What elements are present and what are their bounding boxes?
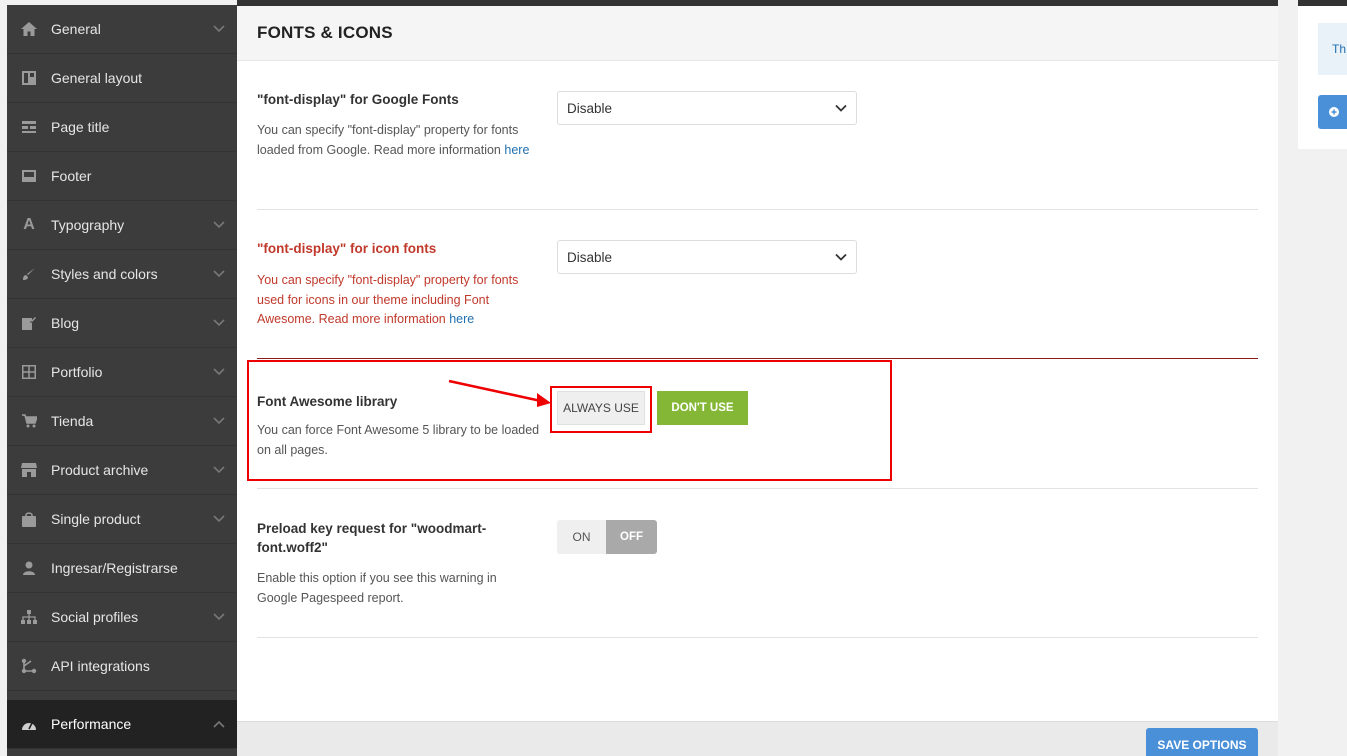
chevron-up-icon: [201, 720, 237, 728]
section-header: FONTS & ICONS: [237, 6, 1278, 61]
chevron-down-icon: [201, 466, 237, 474]
sidebar-item-label: General: [51, 21, 101, 37]
user-icon: [7, 561, 51, 575]
sidebar-item-portfolio[interactable]: Portfolio: [7, 348, 237, 397]
option-description-text: You can specify "font-display" property …: [257, 273, 519, 326]
sidebar-item-label: Product archive: [51, 462, 149, 478]
network-icon: [7, 610, 51, 624]
highlight-box-always-use: [550, 386, 652, 433]
save-options-button[interactable]: SAVE OPTIONS: [1146, 728, 1258, 756]
sidebar-item-label: Styles and colors: [51, 266, 158, 282]
brush-icon: [7, 267, 51, 281]
icon-fonts-option: "font-display" for icon fonts You can sp…: [257, 210, 1258, 360]
page-left-margin: [0, 0, 7, 756]
preload-font-option: Preload key request for "woodmart-font.w…: [257, 489, 1258, 638]
home-icon: [7, 22, 51, 36]
sidebar-item-performance[interactable]: Performance: [7, 700, 237, 749]
option-title: "font-display" for Google Fonts: [257, 92, 459, 107]
option-title: Preload key request for "woodmart-font.w…: [257, 521, 487, 555]
add-button[interactable]: [1318, 95, 1347, 129]
chevron-down-icon: [201, 270, 237, 278]
chevron-down-icon: [201, 25, 237, 33]
chevron-down-icon: [201, 417, 237, 425]
sidebar-item-label: Ingresar/Registrarse: [51, 560, 178, 576]
right-side-panel: Th: [1298, 6, 1347, 149]
option-description: Enable this option if you see this warni…: [257, 571, 497, 605]
sidebar-item-footer[interactable]: Footer: [7, 152, 237, 201]
option-title: "font-display" for icon fonts: [257, 241, 437, 256]
cart-icon: [7, 414, 51, 428]
sidebar-item-label: Footer: [51, 168, 92, 184]
sidebar-item-general-layout[interactable]: General layout: [7, 54, 237, 103]
bag-icon: [7, 511, 51, 527]
info-notice: Th: [1318, 23, 1347, 75]
sidebar-item-label: Portfolio: [51, 364, 103, 380]
sidebar-item-single-product[interactable]: Single product: [7, 495, 237, 544]
edit-icon: [7, 316, 51, 330]
chevron-down-icon: [201, 368, 237, 376]
sidebar-item-label: API integrations: [51, 658, 150, 674]
select-value: Disable: [567, 249, 613, 265]
sidebar-item-styles-colors[interactable]: Styles and colors: [7, 250, 237, 299]
annotation-arrow-icon: [448, 379, 551, 407]
chevron-down-icon: [201, 613, 237, 621]
layout-icon: [7, 71, 51, 85]
sidebar-item-label: General layout: [51, 70, 143, 86]
sidebar-item-product-archive[interactable]: Product archive: [7, 446, 237, 495]
sidebar-item-social-profiles[interactable]: Social profiles: [7, 593, 237, 642]
sidebar-item-label: Performance: [51, 716, 132, 732]
sidebar-item-general[interactable]: General: [7, 5, 237, 54]
google-fonts-option: "font-display" for Google Fonts You can …: [257, 62, 1258, 210]
options-sidebar: General General layout Page title Footer…: [7, 5, 237, 756]
sidebar-item-ingresar-registrarse[interactable]: Ingresar/Registrarse: [7, 544, 237, 593]
read-more-link[interactable]: here: [504, 143, 529, 157]
sidebar-item-blog[interactable]: Blog: [7, 299, 237, 348]
option-description: You can specify "font-display" property …: [257, 121, 542, 160]
chevron-down-icon: [834, 250, 848, 267]
chevron-down-icon: [201, 221, 237, 229]
chevron-down-icon: [201, 515, 237, 523]
chevron-down-icon: [201, 319, 237, 327]
option-description: You can specify "font-display" property …: [257, 271, 542, 330]
typography-icon: A: [23, 216, 35, 233]
page-title-icon: [7, 121, 51, 133]
grid-icon: [7, 365, 51, 379]
plus-circle-icon: [1329, 105, 1339, 120]
gauge-icon: [7, 718, 51, 731]
sidebar-item-tienda[interactable]: Tienda: [7, 397, 237, 446]
footer-icon: [7, 170, 51, 182]
api-icon: [7, 658, 51, 674]
store-icon: [7, 463, 51, 477]
sidebar-item-label: Page title: [51, 119, 110, 135]
read-more-link[interactable]: here: [449, 312, 474, 326]
preload-on-toggle[interactable]: ON: [557, 520, 606, 554]
page-title: FONTS & ICONS: [257, 23, 393, 42]
sidebar-item-label: Tienda: [51, 413, 94, 429]
sidebar-item-typography[interactable]: A Typography: [7, 201, 237, 250]
sidebar-item-label: Social profiles: [51, 609, 139, 625]
select-value: Disable: [567, 100, 613, 116]
font-display-google-select[interactable]: Disable: [557, 91, 857, 125]
sidebar-item-label: Typography: [51, 217, 125, 233]
preload-off-toggle[interactable]: OFF: [606, 520, 657, 554]
sidebar-item-label: Blog: [51, 315, 80, 331]
option-description-text: You can specify "font-display" property …: [257, 123, 519, 157]
sidebar-item-page-title[interactable]: Page title: [7, 103, 237, 152]
options-footer-bar: [237, 721, 1278, 756]
sidebar-item-api-integrations[interactable]: API integrations: [7, 642, 237, 691]
font-display-icons-select[interactable]: Disable: [557, 240, 857, 274]
sidebar-item-label: Single product: [51, 511, 141, 527]
chevron-down-icon: [834, 101, 848, 118]
